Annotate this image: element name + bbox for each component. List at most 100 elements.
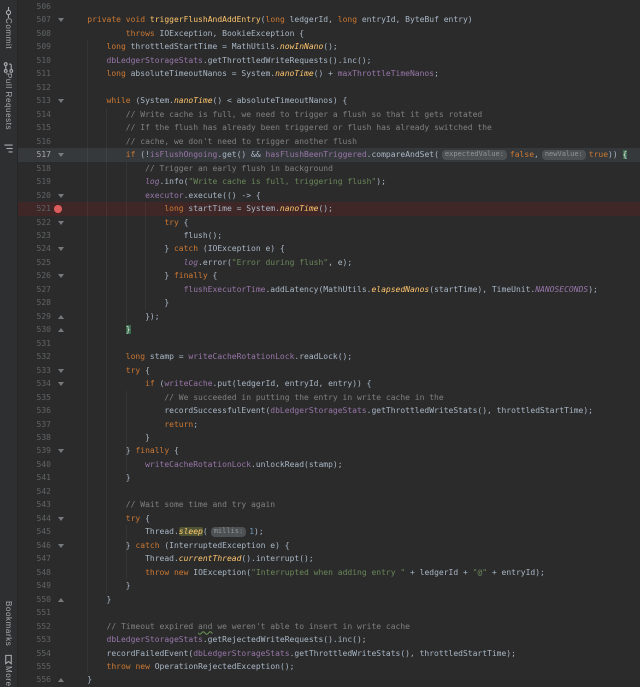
code-line[interactable]: 549 } [18,579,640,592]
code-line[interactable]: 556 } [18,673,640,686]
gutter-cell[interactable] [54,148,68,161]
code-line[interactable]: 554 recordFailedEvent(dbLedgerStorageSta… [18,647,640,660]
stripe-item-structure[interactable] [3,139,14,150]
line-number[interactable]: 527 [18,283,54,296]
line-number[interactable]: 507 [18,13,54,26]
code-line[interactable]: 555 throw new OperationRejectedException… [18,660,640,673]
gutter-cell[interactable] [54,350,68,363]
line-number[interactable]: 540 [18,458,54,471]
line-number[interactable]: 525 [18,256,54,269]
fold-marker-icon[interactable] [58,517,64,521]
gutter-cell[interactable] [54,673,68,686]
code-line[interactable]: 536 recordSuccessfulEvent(dbLedgerStorag… [18,404,640,417]
code-line[interactable]: 531 [18,337,640,350]
code-line[interactable]: 541 } [18,471,640,484]
code-line[interactable]: 524 } catch (IOException e) { [18,242,640,255]
line-number[interactable]: 537 [18,418,54,431]
line-number[interactable]: 531 [18,337,54,350]
fold-marker-icon[interactable] [58,274,64,278]
code-line[interactable]: 539 } finally { [18,444,640,457]
fold-marker-icon[interactable] [58,678,64,682]
gutter-cell[interactable] [54,81,68,94]
line-number[interactable]: 528 [18,296,54,309]
gutter-cell[interactable] [54,364,68,377]
line-number[interactable]: 522 [18,216,54,229]
line-number[interactable]: 511 [18,67,54,80]
gutter-cell[interactable] [54,539,68,552]
code-line[interactable]: 543 // Wait some time and try again [18,498,640,511]
gutter-cell[interactable] [54,40,68,53]
stripe-item-bookmarks[interactable]: Bookmarks [3,601,14,661]
gutter-cell[interactable] [54,512,68,525]
code-line[interactable]: 552 // Timeout expired and we weren't ab… [18,620,640,633]
gutter-cell[interactable] [54,525,68,538]
line-number[interactable]: 534 [18,377,54,390]
gutter-cell[interactable] [54,162,68,175]
gutter-cell[interactable] [54,121,68,134]
line-number[interactable]: 546 [18,539,54,552]
gutter-cell[interactable] [54,202,68,215]
code-line[interactable]: 506 [18,0,640,13]
line-number[interactable]: 549 [18,579,54,592]
gutter-cell[interactable] [54,552,68,565]
gutter-cell[interactable] [54,283,68,296]
gutter-cell[interactable] [54,229,68,242]
gutter-cell[interactable] [54,337,68,350]
gutter-cell[interactable] [54,216,68,229]
gutter-cell[interactable] [54,135,68,148]
line-number[interactable]: 519 [18,175,54,188]
line-number[interactable]: 513 [18,94,54,107]
fold-marker-icon[interactable] [58,247,64,251]
line-number[interactable]: 533 [18,364,54,377]
line-number[interactable]: 510 [18,54,54,67]
gutter-cell[interactable] [54,242,68,255]
line-number[interactable]: 512 [18,81,54,94]
gutter-cell[interactable] [54,418,68,431]
code-line[interactable]: 535 // We succeeded in putting the entry… [18,391,640,404]
line-number[interactable]: 523 [18,229,54,242]
line-number[interactable]: 553 [18,633,54,646]
gutter-cell[interactable] [54,444,68,457]
fold-marker-icon[interactable] [58,221,64,225]
code-line[interactable]: 550 } [18,593,640,606]
code-line[interactable]: 538 } [18,431,640,444]
gutter-cell[interactable] [54,175,68,188]
line-number[interactable]: 551 [18,606,54,619]
gutter-cell[interactable] [54,633,68,646]
code-line[interactable]: 547 Thread.currentThread().interrupt(); [18,552,640,565]
fold-marker-icon[interactable] [58,315,64,319]
line-number[interactable]: 506 [18,0,54,13]
gutter-cell[interactable] [54,310,68,323]
gutter-cell[interactable] [54,67,68,80]
stripe-item-pull-requests[interactable]: Pull Requests [3,58,14,130]
code-line[interactable]: 522 try { [18,216,640,229]
line-number[interactable]: 515 [18,121,54,134]
code-line[interactable]: 512 [18,81,640,94]
line-number[interactable]: 555 [18,660,54,673]
code-line[interactable]: 551 [18,606,640,619]
line-number[interactable]: 536 [18,404,54,417]
line-number[interactable]: 529 [18,310,54,323]
code-line[interactable]: 528 } [18,296,640,309]
gutter-cell[interactable] [54,620,68,633]
gutter-cell[interactable] [54,566,68,579]
code-line[interactable]: 507 private void triggerFlushAndAddEntry… [18,13,640,26]
line-number[interactable]: 538 [18,431,54,444]
code-line[interactable]: 526 } finally { [18,269,640,282]
code-line[interactable]: 533 try { [18,364,640,377]
code-line[interactable]: 540 writeCacheRotationLock.unlockRead(st… [18,458,640,471]
fold-marker-icon[interactable] [58,99,64,103]
code-line[interactable]: 529 }); [18,310,640,323]
code-line[interactable]: 553 dbLedgerStorageStats.getRejectedWrit… [18,633,640,646]
breakpoint-icon[interactable] [54,205,62,213]
code-line[interactable]: 520 executor.execute(() -> { [18,189,640,202]
fold-marker-icon[interactable] [58,18,64,22]
gutter-cell[interactable] [54,431,68,444]
gutter-cell[interactable] [54,27,68,40]
code-line[interactable]: 527 flushExecutorTime.addLatency(MathUti… [18,283,640,296]
line-number[interactable]: 524 [18,242,54,255]
fold-marker-icon[interactable] [58,153,64,157]
gutter-cell[interactable] [54,0,68,13]
stripe-item-more[interactable]: More [4,666,13,687]
code-line[interactable]: 546 } catch (InterruptedException e) { [18,539,640,552]
